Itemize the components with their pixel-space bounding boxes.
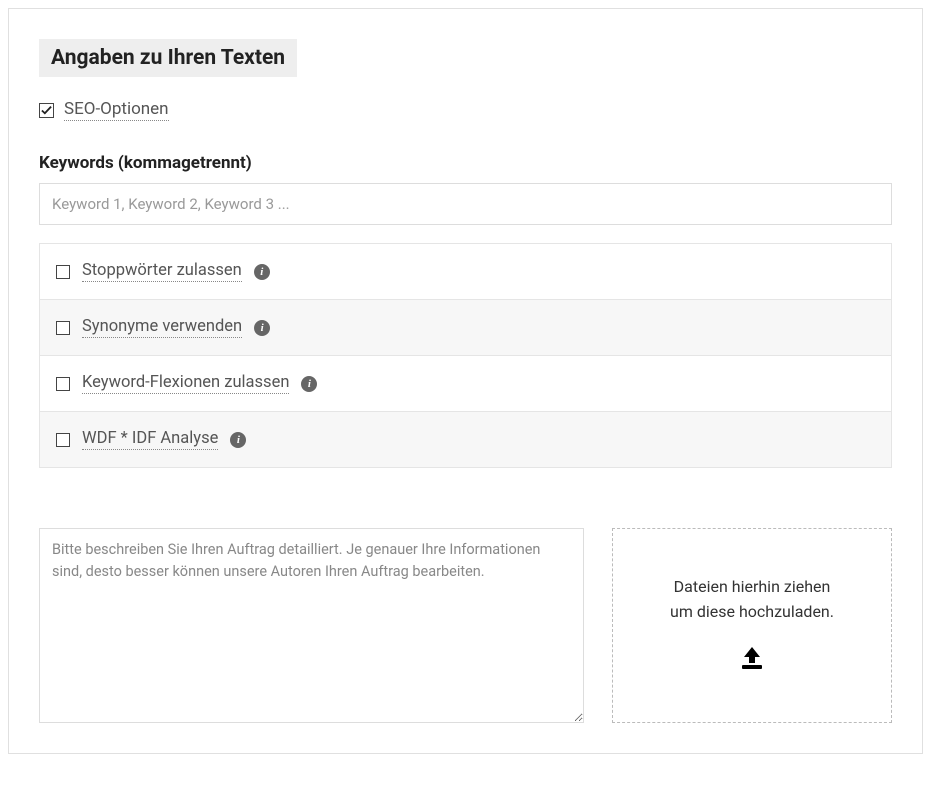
option-flexions-checkbox[interactable]	[56, 377, 70, 391]
option-stopwords-checkbox[interactable]	[56, 265, 70, 279]
option-stopwords: Stoppwörter zulassen i	[40, 244, 891, 300]
section-title: Angaben zu Ihren Texten	[39, 39, 297, 77]
seo-options-row: SEO-Optionen	[39, 99, 892, 121]
file-dropzone[interactable]: Dateien hierhin ziehen um diese hochzula…	[612, 528, 892, 723]
check-icon	[41, 105, 52, 116]
info-icon[interactable]: i	[301, 376, 317, 392]
form-panel: Angaben zu Ihren Texten SEO-Optionen Key…	[8, 8, 923, 754]
seo-options-checkbox[interactable]	[39, 103, 54, 118]
option-wdfidf-checkbox[interactable]	[56, 433, 70, 447]
seo-options-label[interactable]: SEO-Optionen	[64, 99, 169, 121]
option-synonyms: Synonyme verwenden i	[40, 300, 891, 356]
option-wdfidf-label[interactable]: WDF * IDF Analyse	[82, 429, 218, 450]
option-wdfidf: WDF * IDF Analyse i	[40, 412, 891, 467]
option-synonyms-label[interactable]: Synonyme verwenden	[82, 317, 242, 338]
dropzone-line1: Dateien hierhin ziehen	[674, 577, 831, 596]
option-stopwords-label[interactable]: Stoppwörter zulassen	[82, 261, 242, 282]
option-flexions-label[interactable]: Keyword-Flexionen zulassen	[82, 373, 289, 394]
info-icon[interactable]: i	[254, 264, 270, 280]
bottom-row: Dateien hierhin ziehen um diese hochzula…	[39, 528, 892, 723]
option-synonyms-checkbox[interactable]	[56, 321, 70, 335]
info-icon[interactable]: i	[254, 320, 270, 336]
options-list: Stoppwörter zulassen i Synonyme verwende…	[39, 243, 892, 468]
description-textarea[interactable]	[39, 528, 584, 723]
upload-icon	[738, 645, 766, 675]
dropzone-line2: um diese hochzuladen.	[670, 602, 834, 621]
keywords-input[interactable]	[39, 183, 892, 225]
info-icon[interactable]: i	[230, 432, 246, 448]
keywords-label: Keywords (kommagetrennt)	[39, 153, 892, 173]
option-flexions: Keyword-Flexionen zulassen i	[40, 356, 891, 412]
